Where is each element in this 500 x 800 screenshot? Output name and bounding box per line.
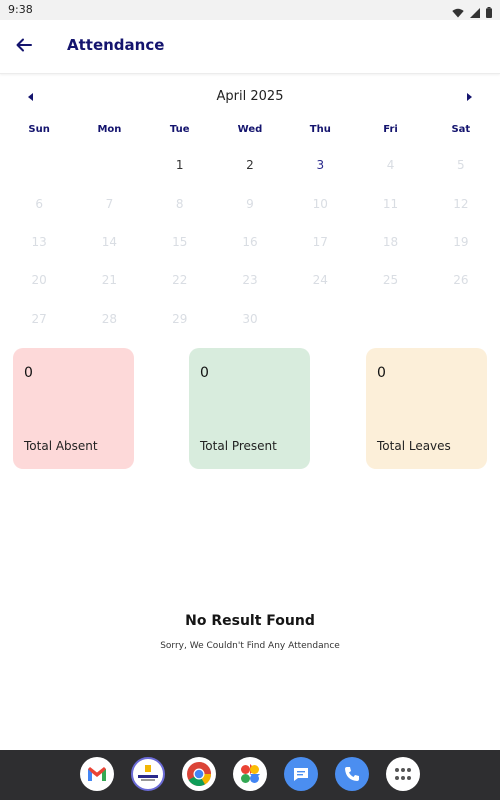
taskbar (0, 750, 500, 800)
total-present-value: 0 (200, 365, 209, 381)
calendar-day[interactable]: 27 (4, 300, 74, 338)
chevron-right-icon (461, 90, 477, 109)
total-absent-label: Total Absent (24, 439, 98, 453)
calendar-day[interactable]: 28 (74, 300, 144, 338)
weekday-label: Wed (237, 124, 263, 135)
weekday-label: Tue (169, 124, 190, 135)
calendar-day[interactable]: 6 (4, 184, 74, 222)
weekday-label: Fri (383, 124, 398, 135)
total-leaves-card: 0 Total Leaves (366, 348, 487, 469)
status-bar: 9:38 (0, 0, 500, 20)
messages-icon[interactable] (284, 757, 318, 791)
calendar-day[interactable]: 26 (426, 261, 496, 299)
calendar-day[interactable]: 3 (285, 146, 355, 184)
status-time: 9:38 (8, 3, 33, 16)
total-absent-card: 0 Total Absent (13, 348, 134, 469)
calendar-month-label: April 2025 (216, 89, 284, 104)
phone-icon[interactable] (335, 757, 369, 791)
calendar-empty-cell (74, 146, 144, 184)
calendar-day[interactable]: 25 (355, 261, 425, 299)
calendar-day[interactable]: 11 (355, 184, 425, 222)
calendar-day[interactable]: 10 (285, 184, 355, 222)
calendar-day[interactable]: 24 (285, 261, 355, 299)
calendar-day[interactable]: 22 (145, 261, 215, 299)
calendar-day[interactable]: 2 (215, 146, 285, 184)
school-app-icon[interactable] (131, 757, 165, 791)
photos-icon[interactable] (233, 757, 267, 791)
calendar-day[interactable]: 12 (426, 184, 496, 222)
weekday-label: Sun (28, 124, 50, 135)
calendar-day[interactable]: 19 (426, 223, 496, 261)
app-bar: Attendance (0, 20, 500, 74)
calendar-grid: 1 2 3 4 5 6 7 8 9 10 11 12 13 14 15 16 17 18 19 20 21 22 23 24 2… (4, 146, 496, 338)
weekday-label: Thu (309, 124, 331, 135)
calendar-day[interactable]: 9 (215, 184, 285, 222)
calendar-day[interactable]: 13 (4, 223, 74, 261)
back-arrow-icon (15, 36, 33, 58)
calendar-day[interactable]: 4 (355, 146, 425, 184)
total-leaves-label: Total Leaves (377, 439, 451, 453)
calendar-day[interactable]: 15 (145, 223, 215, 261)
weekday-label: Sat (451, 124, 471, 135)
empty-state-message: Sorry, We Couldn't Find Any Attendance (160, 641, 340, 651)
calendar-day[interactable]: 5 (426, 146, 496, 184)
calendar-day[interactable]: 20 (4, 261, 74, 299)
total-leaves-value: 0 (377, 365, 386, 381)
calendar-day[interactable]: 23 (215, 261, 285, 299)
calendar-day[interactable]: 21 (74, 261, 144, 299)
calendar-day[interactable]: 7 (74, 184, 144, 222)
total-present-label: Total Present (200, 439, 277, 453)
page-title: Attendance (67, 36, 165, 54)
gmail-icon[interactable] (80, 757, 114, 791)
calendar-empty-cell (4, 146, 74, 184)
weekday-row: Sun Mon Tue Wed Thu Fri Sat (4, 124, 496, 135)
calendar-day[interactable]: 18 (355, 223, 425, 261)
next-month-button[interactable] (461, 89, 477, 105)
calendar-day[interactable]: 1 (145, 146, 215, 184)
back-button[interactable] (10, 33, 38, 61)
app-dock (0, 757, 500, 791)
calendar-day[interactable]: 14 (74, 223, 144, 261)
calendar-header: April 2025 (0, 84, 500, 110)
calendar-day[interactable]: 29 (145, 300, 215, 338)
total-absent-value: 0 (24, 365, 33, 381)
total-present-card: 0 Total Present (189, 348, 310, 469)
calendar-day[interactable]: 30 (215, 300, 285, 338)
empty-state-title: No Result Found (185, 613, 315, 629)
calendar-day[interactable]: 16 (215, 223, 285, 261)
calendar-day[interactable]: 17 (285, 223, 355, 261)
app-drawer-icon[interactable] (386, 757, 420, 791)
weekday-label: Mon (97, 124, 122, 135)
calendar-day[interactable]: 8 (145, 184, 215, 222)
chrome-icon[interactable] (182, 757, 216, 791)
